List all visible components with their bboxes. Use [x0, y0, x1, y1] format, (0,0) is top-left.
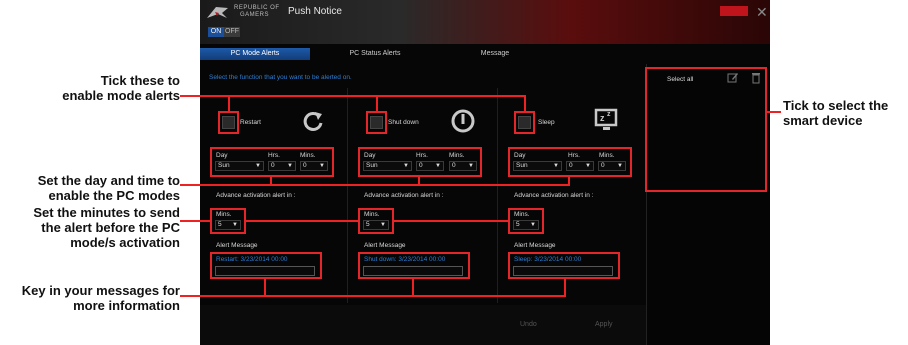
alert-message-label: Alert Message: [364, 242, 406, 249]
highlight-restart-advance: [210, 208, 246, 234]
leader-line: [767, 111, 781, 113]
toggle-off[interactable]: OFF: [224, 27, 240, 37]
leader-line: [180, 184, 570, 186]
leader-line: [394, 220, 508, 222]
shutdown-label: Shut down: [388, 119, 419, 126]
tab-pc-mode-alerts[interactable]: PC Mode Alerts: [200, 48, 310, 60]
leader-line: [180, 295, 566, 297]
brand-text: REPUBLIC OF GAMERS: [234, 5, 280, 18]
highlight-shutdown-advance: [358, 208, 394, 234]
highlight-restart-message: [210, 252, 322, 279]
tab-pc-status-alerts[interactable]: PC Status Alerts: [320, 48, 430, 60]
leader-line: [270, 177, 272, 185]
leader-line: [376, 95, 378, 111]
highlight-restart-day-time: [210, 147, 334, 177]
leader-line: [564, 279, 566, 296]
alert-message-label: Alert Message: [216, 242, 258, 249]
leader-line: [524, 95, 526, 111]
advance-label: Advance activation alert in :: [514, 192, 594, 199]
callout-messages: Key in your messages for more information: [21, 283, 180, 313]
highlight-sleep-advance: [508, 208, 544, 234]
sleep-monitor-icon: z z: [594, 108, 618, 130]
leader-line: [418, 177, 420, 185]
leader-line: [264, 279, 266, 296]
app-title: Push Notice: [288, 6, 342, 17]
svg-text:z: z: [600, 113, 605, 123]
tab-message[interactable]: Message: [440, 48, 550, 60]
leader-line: [246, 220, 358, 222]
highlight-shutdown-day-time: [358, 147, 482, 177]
advance-label: Advance activation alert in :: [216, 192, 296, 199]
highlight-restart-checkbox: [218, 111, 239, 134]
callout-mode-alerts: Tick these to enable mode alerts: [62, 73, 180, 103]
highlight-sleep-message: [508, 252, 620, 279]
highlight-shutdown-checkbox: [366, 111, 387, 134]
highlight-smart-device-panel: [645, 67, 767, 192]
restart-label: Restart: [240, 119, 261, 126]
close-icon[interactable]: ✕: [756, 4, 768, 21]
apply-button[interactable]: Apply: [595, 321, 613, 328]
toggle-on[interactable]: ON: [208, 27, 224, 37]
callout-minutes: Set the minutes to send the alert before …: [33, 205, 180, 250]
leader-line: [412, 279, 414, 296]
highlight-sleep-checkbox: [514, 111, 535, 134]
restart-icon: [303, 111, 323, 131]
title-bar: REPUBLIC OF GAMERS Push Notice ON OFF ✕: [200, 0, 770, 44]
bottom-bar: Undo Apply: [200, 305, 646, 345]
highlight-sleep-day-time: [508, 147, 632, 177]
callout-day-time: Set the day and time to enable the PC mod…: [37, 173, 180, 203]
advance-label: Advance activation alert in :: [364, 192, 444, 199]
sleep-label: Sleep: [538, 119, 555, 126]
svg-text:z: z: [607, 111, 611, 118]
callout-smart-device: Tick to select the smart device: [783, 98, 889, 128]
leader-line: [180, 95, 228, 97]
undo-button[interactable]: Undo: [520, 321, 537, 328]
power-icon: [451, 109, 475, 133]
rog-logo-icon: [207, 7, 228, 18]
highlight-shutdown-message: [358, 252, 470, 279]
alert-message-label: Alert Message: [514, 242, 556, 249]
column-divider: [497, 88, 498, 303]
notification-badge: [720, 6, 748, 16]
instruction-text: Select the function that you want to be …: [209, 74, 352, 81]
column-divider: [347, 88, 348, 303]
leader-line: [228, 95, 230, 111]
leader-line: [568, 177, 570, 185]
leader-line: [180, 220, 210, 222]
